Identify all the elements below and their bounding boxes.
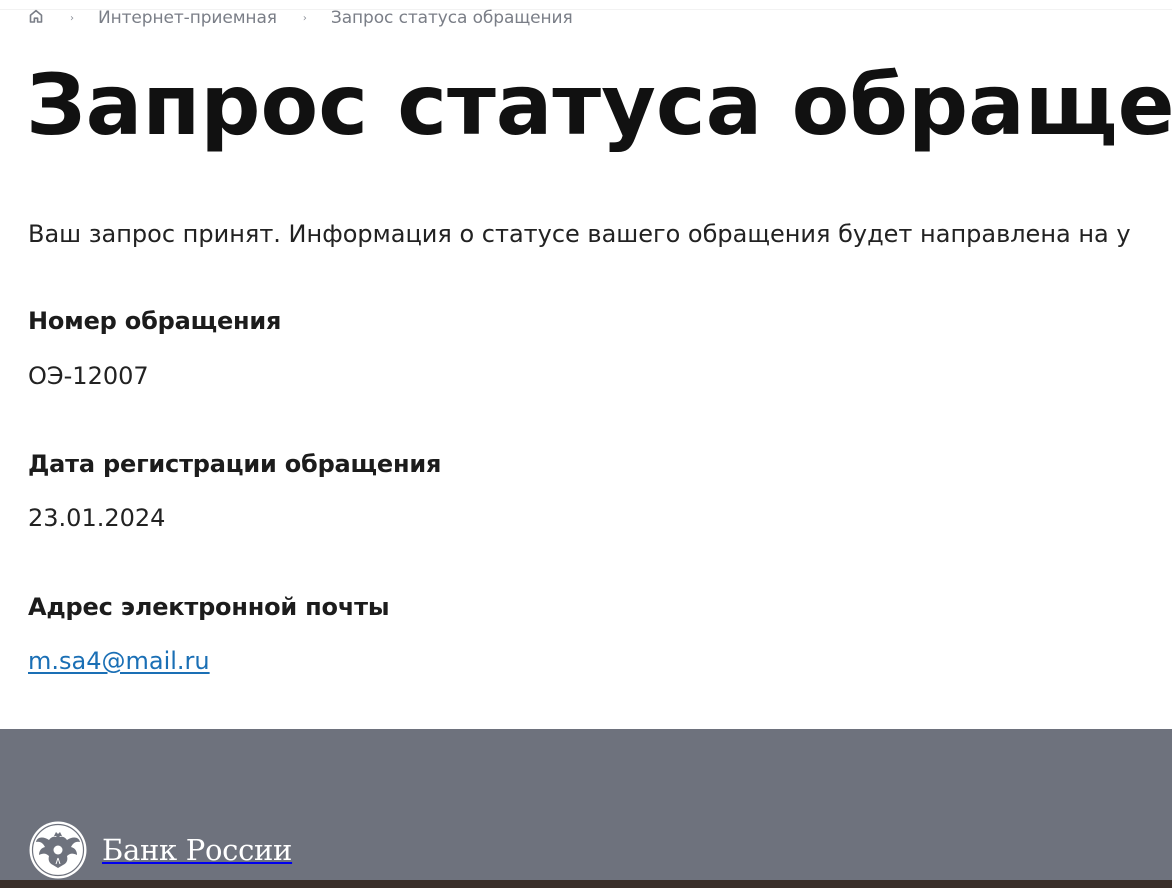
breadcrumb-item-internet-reception[interactable]: Интернет-приемная (98, 8, 277, 28)
registration-date-label: Дата регистрации обращения (28, 450, 442, 478)
chevron-right-icon: › (302, 12, 307, 24)
double-headed-eagle-emblem-icon (29, 821, 87, 879)
breadcrumb-home[interactable] (28, 8, 44, 28)
email-link[interactable]: m.sa4@mail.ru (28, 647, 210, 675)
breadcrumb: › Интернет-приемная › Запрос статуса обр… (28, 7, 573, 29)
chevron-right-icon: › (70, 12, 74, 24)
request-number-value: ОЭ-12007 (28, 362, 149, 390)
page: › Интернет-приемная › Запрос статуса обр… (0, 0, 1172, 888)
email-label: Адрес электронной почты (28, 593, 390, 621)
request-number-label: Номер обращения (28, 307, 282, 335)
footer-logo-link[interactable]: Банк России (28, 820, 292, 880)
footer-bottom-strip (0, 880, 1172, 888)
home-icon (29, 9, 43, 23)
email-value: m.sa4@mail.ru (28, 647, 210, 675)
confirmation-message: Ваш запрос принят. Информация о статусе … (28, 220, 1131, 248)
page-title: Запрос статуса обращения (26, 56, 1172, 154)
registration-date-value: 23.01.2024 (28, 504, 166, 532)
bank-name: Банк России (102, 833, 293, 867)
breadcrumb-item-current: Запрос статуса обращения (330, 8, 573, 28)
